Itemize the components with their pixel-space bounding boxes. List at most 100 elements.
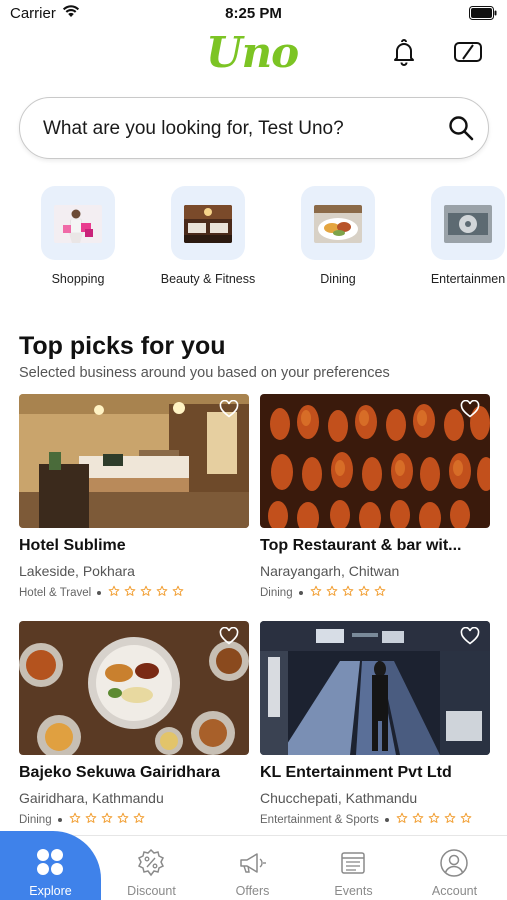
business-image[interactable] (19, 621, 249, 755)
shopping-image (54, 205, 102, 243)
business-card-kl-entertainment[interactable]: KL Entertainment Pvt Ltd Chucchepati, Ka… (260, 621, 490, 827)
switch-icon[interactable] (453, 38, 483, 66)
rating-stars (310, 585, 390, 600)
separator-dot (97, 590, 102, 595)
category-entertainment[interactable]: Entertainmen (403, 186, 507, 286)
app-logo: Uno (206, 28, 299, 77)
star-icon (117, 812, 128, 823)
star-icon (133, 812, 144, 823)
account-icon (440, 849, 468, 877)
tab-discount[interactable]: Discount (101, 836, 202, 900)
business-location: Chucchepati, Kathmandu (260, 790, 418, 806)
separator-dot (384, 817, 389, 822)
star-icon (101, 812, 112, 823)
favorite-heart-icon[interactable] (460, 627, 480, 645)
rating-stars (69, 812, 149, 827)
tab-events[interactable]: Events (303, 836, 404, 900)
category-dining[interactable]: Dining (273, 186, 403, 286)
business-image[interactable] (19, 394, 249, 528)
favorite-heart-icon[interactable] (460, 400, 480, 418)
business-name[interactable]: KL Entertainment Pvt Ltd (260, 764, 490, 782)
business-meta: Dining (19, 812, 249, 827)
star-icon (310, 585, 321, 596)
star-icon (342, 585, 353, 596)
star-icon (412, 812, 424, 823)
tab-offers[interactable]: Offers (202, 836, 303, 900)
category-tile[interactable] (171, 186, 245, 260)
star-icon (108, 585, 120, 596)
megaphone-icon (240, 853, 266, 873)
business-location: Gairidhara, Kathmandu (19, 790, 164, 806)
star-icon (428, 812, 440, 823)
battery-icon (469, 6, 497, 20)
category-tile[interactable] (431, 186, 505, 260)
star-icon (396, 812, 408, 823)
category-beauty-fitness[interactable]: Beauty & Fitness (143, 186, 273, 286)
business-card-bajeko-sekuwa[interactable]: Bajeko Sekuwa Gairidhara Gairidhara, Kat… (19, 621, 249, 827)
business-card-top-restaurant[interactable]: Top Restaurant & bar wit... Narayangarh,… (260, 394, 490, 600)
star-icon (460, 812, 472, 823)
bottom-tab-bar: Explore Discount Offers Events Account (0, 831, 507, 900)
star-icon (358, 585, 369, 596)
rating-stars (396, 812, 476, 827)
business-card-hotel-sublime[interactable]: Hotel Sublime Lakeside, Pokhara Hotel & … (19, 394, 249, 600)
separator-dot (57, 817, 62, 822)
business-name[interactable]: Bajeko Sekuwa Gairidhara (19, 764, 249, 782)
explore-icon (37, 849, 63, 875)
events-icon (341, 852, 365, 874)
tab-label: Explore (29, 884, 72, 898)
search-icon[interactable] (448, 115, 474, 141)
business-category: Entertainment & Sports (260, 813, 379, 826)
beauty-fitness-image (184, 205, 232, 243)
category-label: Beauty & Fitness (160, 272, 256, 286)
tab-account[interactable]: Account (404, 836, 505, 900)
star-icon (444, 812, 456, 823)
section-subtitle: Selected business around you based on yo… (19, 365, 390, 381)
business-location: Lakeside, Pokhara (19, 563, 135, 579)
star-icon (124, 585, 136, 596)
hotel-room-photo (19, 394, 249, 528)
separator-dot (298, 590, 303, 595)
clock: 8:25 PM (225, 5, 282, 22)
category-carousel[interactable]: Shopping Beauty & Fitness Dining Enterta… (0, 186, 507, 296)
search-bar[interactable]: What are you looking for, Test Uno? (19, 97, 489, 159)
business-meta: Entertainment & Sports (260, 812, 490, 827)
category-label: Shopping (51, 272, 105, 286)
business-meta: Hotel & Travel (19, 585, 249, 600)
tab-label: Events (334, 884, 373, 898)
business-image[interactable] (260, 621, 490, 755)
category-label: Entertainmen (430, 272, 506, 286)
star-icon (69, 812, 80, 823)
star-icon (326, 585, 337, 596)
status-bar: Carrier 8:25 PM (0, 0, 507, 28)
favorite-heart-icon[interactable] (219, 627, 239, 645)
bell-icon[interactable] (390, 38, 418, 66)
category-shopping[interactable]: Shopping (13, 186, 143, 286)
tab-label: Discount (127, 884, 176, 898)
search-input[interactable]: What are you looking for, Test Uno? (43, 118, 344, 140)
favorite-heart-icon[interactable] (219, 400, 239, 418)
star-icon (85, 812, 96, 823)
dining-image (314, 205, 362, 243)
category-tile[interactable] (301, 186, 375, 260)
business-category: Dining (19, 813, 52, 826)
entertainment-image (444, 205, 492, 243)
business-image[interactable] (260, 394, 490, 528)
discount-icon (137, 848, 165, 877)
business-name[interactable]: Hotel Sublime (19, 537, 249, 555)
business-name[interactable]: Top Restaurant & bar wit... (260, 537, 490, 555)
business-category: Dining (260, 586, 293, 599)
category-tile[interactable] (41, 186, 115, 260)
grilled-skewers-photo (260, 394, 490, 528)
category-label: Dining (320, 272, 356, 286)
rating-stars (108, 585, 188, 600)
tab-explore[interactable]: Explore (0, 831, 101, 900)
food-platter-photo (19, 621, 249, 755)
star-icon (156, 585, 168, 596)
tab-label: Account (431, 884, 478, 898)
star-icon (374, 585, 385, 596)
section-title: Top picks for you (19, 332, 226, 360)
star-icon (140, 585, 152, 596)
business-meta: Dining (260, 585, 490, 600)
business-category: Hotel & Travel (19, 586, 92, 599)
